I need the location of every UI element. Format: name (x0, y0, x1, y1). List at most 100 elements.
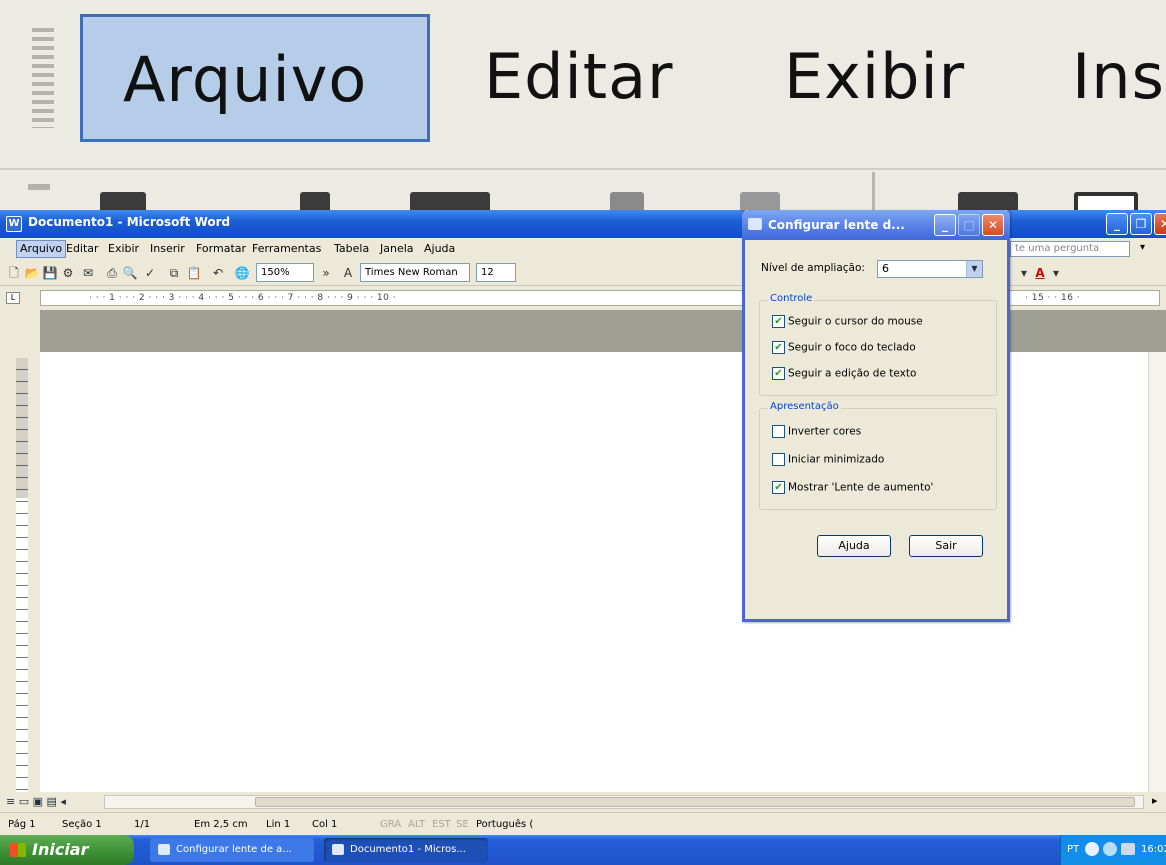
control-group: Controle ✔ Seguir o cursor do mouse ✔ Segu… (759, 293, 997, 396)
follow-text-editing-checkbox[interactable]: ✔ Seguir a edição de texto (772, 367, 916, 380)
menu-formatar[interactable]: Formatar (196, 242, 246, 255)
font-color-icon[interactable]: A (1032, 265, 1048, 281)
close-button[interactable]: ✕ (1154, 213, 1166, 235)
hyperlink-icon[interactable]: 🌐 (234, 265, 250, 281)
checkbox-checked-icon[interactable]: ✔ (772, 341, 785, 354)
menu-ajuda[interactable]: Ajuda (424, 242, 455, 255)
follow-mouse-checkbox[interactable]: ✔ Seguir o cursor do mouse (772, 315, 923, 328)
tray-volume-icon[interactable] (1103, 842, 1117, 856)
task-word-document[interactable]: Documento1 - Micros... (324, 838, 488, 862)
ask-question-field[interactable]: te uma pergunta (1010, 241, 1130, 257)
follow-keyboard-focus-checkbox[interactable]: ✔ Seguir o foco do teclado (772, 341, 916, 354)
tray-app-icon[interactable] (1121, 843, 1135, 855)
checkbox-checked-icon[interactable]: ✔ (772, 481, 785, 494)
lens-separator (872, 172, 875, 210)
status-alt[interactable]: ALT (408, 819, 425, 830)
save-icon[interactable]: 💾 (42, 265, 58, 281)
show-magnifier-label: Mostrar 'Lente de aumento' (788, 481, 934, 494)
presentation-group-label: Apresentação (768, 401, 841, 412)
horizontal-scrollbar[interactable] (104, 795, 1144, 809)
task-magnifier-settings[interactable]: Configurar lente de a... (150, 838, 314, 862)
clock[interactable]: 16:02 (1141, 844, 1166, 855)
menu-editar[interactable]: Editar (66, 242, 99, 255)
dialog-close-button[interactable]: ✕ (982, 214, 1004, 236)
font-size-select[interactable]: 12 (476, 263, 516, 282)
copy-icon[interactable]: ⧉ (166, 265, 182, 281)
exit-button[interactable]: Sair (909, 535, 983, 557)
styles-icon[interactable]: A (340, 265, 356, 281)
undo-icon[interactable]: ↶ (210, 265, 226, 281)
status-page: Pág 1 (8, 819, 36, 830)
language-indicator[interactable]: PT (1067, 844, 1079, 855)
status-line: Lin 1 (266, 819, 291, 830)
menu-janela[interactable]: Janela (380, 242, 414, 255)
dialog-title-bar[interactable]: Configurar lente d... _ □ ✕ (742, 210, 1010, 240)
follow-text-editing-label: Seguir a edição de texto (788, 367, 917, 380)
word-app-icon: W (6, 216, 22, 232)
zoom-level-select[interactable]: 6 ▼ (877, 260, 983, 278)
magnifier-lens-view: Arquivo Editar Exibir Ins (0, 0, 1166, 210)
lens-menu-editar: Editar (484, 40, 674, 113)
status-est[interactable]: EST (432, 819, 451, 830)
start-label: Iniciar (32, 840, 89, 859)
minimize-button[interactable]: _ (1106, 213, 1128, 235)
font-color-dropdown-icon[interactable]: ▾ (1048, 265, 1064, 281)
menu-ferramentas[interactable]: Ferramentas (252, 242, 321, 255)
help-button[interactable]: Ajuda (817, 535, 891, 557)
print-preview-icon[interactable]: 🔍 (122, 265, 138, 281)
lens-menu-inserir: Ins (1072, 40, 1165, 113)
status-bar: Pág 1 Seção 1 1/1 Em 2,5 cm Lin 1 Col 1 … (0, 812, 1166, 835)
vertical-ruler (0, 310, 40, 800)
restore-button[interactable]: ❐ (1130, 213, 1152, 235)
chevron-down-icon[interactable]: ▼ (966, 261, 982, 277)
checkbox-checked-icon[interactable]: ✔ (772, 315, 785, 328)
lens-menu-exibir: Exibir (784, 40, 966, 113)
status-se[interactable]: SE (456, 819, 469, 830)
status-position: Em 2,5 cm (194, 819, 248, 830)
checkbox-unchecked-icon[interactable] (772, 453, 785, 466)
tray-network-icon[interactable] (1085, 842, 1099, 856)
invert-colors-label: Inverter cores (788, 425, 862, 438)
open-icon[interactable]: 📂 (24, 265, 40, 281)
lens-new-doc-icon (100, 192, 146, 210)
menu-inserir[interactable]: Inserir (150, 242, 185, 255)
checkbox-checked-icon[interactable]: ✔ (772, 367, 785, 380)
paste-icon[interactable]: 📋 (186, 265, 202, 281)
tab-selector[interactable]: L (6, 292, 20, 304)
permission-icon[interactable]: ⚙ (60, 265, 76, 281)
horizontal-scroll-thumb[interactable] (255, 797, 1135, 807)
menu-exibir[interactable]: Exibir (108, 242, 139, 255)
presentation-group: Apresentação Inverter cores Iniciar mini… (759, 401, 997, 510)
vertical-scrollbar[interactable] (1148, 352, 1166, 792)
status-gra[interactable]: GRA (380, 819, 401, 830)
task-magnifier-label: Configurar lente de a... (176, 844, 292, 855)
dialog-maximize-button: □ (958, 214, 980, 236)
spelling-icon[interactable]: ✓ (142, 265, 158, 281)
start-minimized-checkbox[interactable]: Iniciar minimizado (772, 453, 884, 466)
font-name-select[interactable]: Times New Roman (360, 263, 470, 282)
lens-print-icon (610, 192, 644, 210)
menu-tabela[interactable]: Tabela (334, 242, 369, 255)
status-language: Português ( (476, 819, 534, 830)
lens-save-icon (410, 192, 490, 210)
follow-keyboard-focus-label: Seguir o foco do teclado (788, 341, 916, 354)
view-buttons[interactable]: ≡ ▭ ▣ ▤ ◂ (6, 795, 66, 808)
start-button[interactable]: Iniciar (0, 835, 134, 865)
show-magnifier-checkbox[interactable]: ✔ Mostrar 'Lente de aumento' (772, 481, 933, 494)
email-icon[interactable]: ✉ (80, 265, 96, 281)
print-icon[interactable]: ⎙ (104, 265, 120, 281)
new-icon[interactable]: 🗋 (6, 265, 22, 281)
lens-cut-icon (958, 192, 1018, 210)
ask-dropdown-icon[interactable]: ▾ (1140, 242, 1145, 253)
scroll-right-arrow-icon[interactable]: ▸ (1152, 794, 1158, 807)
invert-colors-checkbox[interactable]: Inverter cores (772, 425, 861, 438)
lens-toolbar-grip-icon (28, 184, 50, 190)
status-pages: 1/1 (134, 819, 151, 830)
lens-menu-arquivo: Arquivo (80, 14, 430, 142)
zoom-select[interactable]: 150% (256, 263, 314, 282)
checkbox-unchecked-icon[interactable] (772, 425, 785, 438)
menu-arquivo[interactable]: Arquivo (16, 240, 67, 258)
toolbar-options-icon[interactable]: » (318, 265, 334, 281)
highlight-dropdown-icon[interactable]: ▾ (1016, 265, 1032, 281)
dialog-minimize-button[interactable]: _ (934, 214, 956, 236)
